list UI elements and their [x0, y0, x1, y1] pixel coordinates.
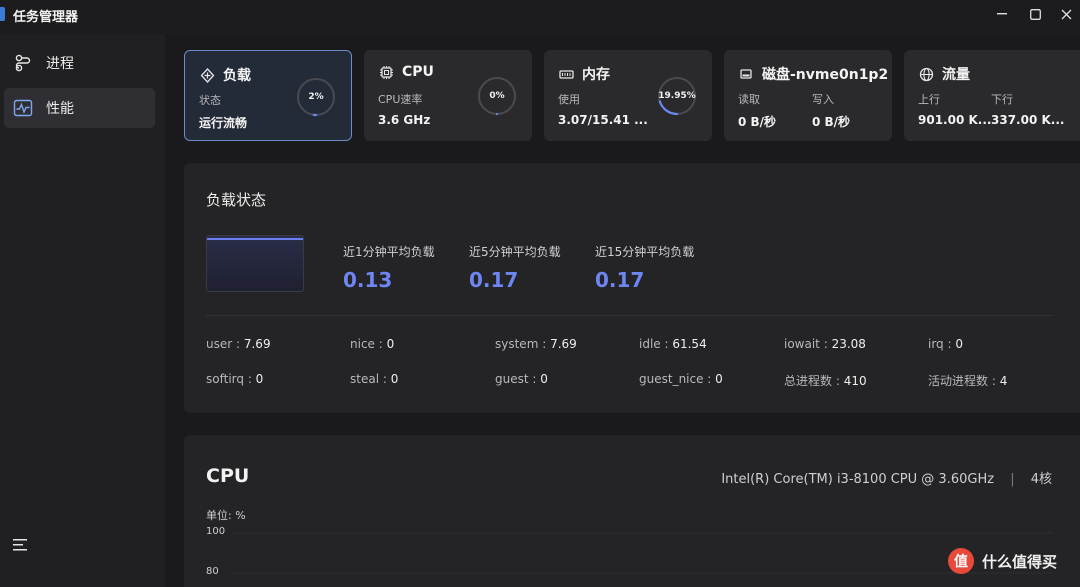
read-label: 读取 [738, 93, 760, 106]
performance-icon [12, 97, 34, 119]
gauge-percent: 2% [308, 92, 324, 102]
gauge-percent: 0% [489, 91, 505, 101]
download-label: 下行 [991, 93, 1013, 106]
sidebar-item-label: 性能 [46, 101, 74, 117]
window-title: 任务管理器 [13, 10, 79, 25]
watermark: 值 什么值得买 [948, 548, 1057, 574]
card-title: 内存 [582, 67, 610, 83]
sidebar-item-label: 进程 [46, 56, 74, 72]
card-title: CPU [402, 64, 434, 80]
sidebar-item-performance[interactable]: 性能 [4, 88, 155, 128]
cpu-cores: 4核 [1030, 472, 1052, 487]
write-value: 0 B/秒 [812, 115, 851, 129]
maximize-icon [1029, 8, 1041, 20]
cpu-model-text: Intel(R) Core(TM) i3-8100 CPU @ 3.60GHz [721, 472, 995, 487]
title-bar: 任务管理器 [0, 0, 1080, 30]
load-avg-label: 近15分钟平均负载 [595, 245, 695, 259]
y-tick-label: 100 [206, 526, 226, 537]
stat-idle: idle : 61.54 [639, 337, 707, 351]
load-avg-value: 0.13 [343, 268, 393, 292]
globe-icon [918, 66, 934, 82]
memory-icon [558, 66, 574, 82]
sidebar-item-process[interactable]: 进程 [4, 43, 155, 83]
stat-user: user : 7.69 [206, 337, 271, 351]
card-memory[interactable]: 内存 使用 3.07/15.41 ... 19.95% [544, 50, 712, 141]
watermark-logo-icon: 值 [948, 548, 974, 574]
sidebar: 进程 性能 [0, 34, 165, 587]
minimize-button[interactable] [990, 4, 1014, 24]
upload-label: 上行 [918, 93, 940, 106]
minimize-icon [997, 13, 1007, 15]
load-avg-label: 近1分钟平均负载 [343, 245, 435, 259]
cpu-chart-area [234, 532, 1052, 574]
menu-icon[interactable] [12, 537, 30, 553]
load-avg-label: 近5分钟平均负载 [469, 245, 561, 259]
load-avg-value: 0.17 [469, 268, 519, 292]
card-load[interactable]: 负载 状态 运行流畅 2% [184, 50, 352, 141]
card-cpu[interactable]: CPU CPU速率 3.6 GHz 0% [364, 50, 532, 141]
close-icon [1061, 9, 1071, 19]
card-value: 3.07/15.41 ... [558, 113, 648, 127]
cpu-model: Intel(R) Core(TM) i3-8100 CPU @ 3.60GHz … [721, 468, 1052, 487]
stat-guest: guest : 0 [495, 372, 548, 386]
card-subtitle: 使用 [558, 93, 580, 106]
close-button[interactable] [1054, 4, 1078, 24]
stat-total-processes: 总进程数 : 410 [784, 374, 867, 388]
card-disk[interactable]: 磁盘-nvme0n1p2 读取 写入 0 B/秒 0 B/秒 [724, 50, 892, 141]
load-status-panel: 负载状态 近1分钟平均负载 0.13 近5分钟平均负载 0.17 近15分钟平均… [184, 163, 1080, 413]
stat-steal: steal : 0 [350, 372, 399, 386]
app-logo-icon [0, 7, 5, 21]
load-avg-1min: 近1分钟平均负载 0.13 [343, 243, 435, 292]
card-subtitle: 状态 [199, 94, 221, 107]
load-avg-value: 0.17 [595, 268, 645, 292]
read-value: 0 B/秒 [738, 115, 777, 129]
card-value: 运行流畅 [199, 116, 248, 130]
load-icon [199, 67, 215, 83]
disk-icon [738, 66, 754, 82]
card-network[interactable]: 流量 上行 下行 901.00 K... 337.00 K... [904, 50, 1080, 141]
separator: | [1010, 472, 1015, 487]
stat-system: system : 7.69 [495, 337, 577, 351]
card-value: 3.6 GHz [378, 113, 431, 127]
stat-iowait: iowait : 23.08 [784, 337, 866, 351]
card-subtitle: CPU速率 [378, 93, 423, 106]
card-title: 负载 [223, 68, 251, 84]
gauge-percent: 19.95% [658, 91, 696, 101]
download-value: 337.00 K... [991, 113, 1065, 127]
stat-irq: irq : 0 [928, 337, 963, 351]
write-label: 写入 [812, 93, 834, 106]
main-content: 负载 状态 运行流畅 2% CPU CPU速率 3.6 GHz 0% 内存 使用… [165, 34, 1080, 587]
stat-guest-nice: guest_nice : 0 [639, 372, 723, 386]
chip-icon [378, 64, 394, 80]
load-mini-chart [206, 235, 304, 292]
cpu-panel: CPU Intel(R) Core(TM) i3-8100 CPU @ 3.60… [184, 435, 1080, 587]
upload-value: 901.00 K... [918, 113, 992, 127]
divider [206, 315, 1052, 316]
card-title: 磁盘-nvme0n1p2 [762, 67, 889, 83]
load-avg-15min: 近15分钟平均负载 0.17 [595, 243, 694, 292]
panel-title: 负载状态 [206, 191, 267, 209]
stat-active-processes: 活动进程数 : 4 [928, 374, 1008, 388]
panel-title: CPU [206, 465, 250, 487]
unit-label: 单位: % [206, 509, 246, 522]
y-tick-label: 80 [206, 566, 219, 577]
stat-softirq: softirq : 0 [206, 372, 264, 386]
card-title: 流量 [942, 67, 970, 83]
load-avg-5min: 近5分钟平均负载 0.17 [469, 243, 561, 292]
process-icon [12, 52, 34, 74]
stat-nice: nice : 0 [350, 337, 395, 351]
maximize-button[interactable] [1023, 4, 1047, 24]
watermark-text: 什么值得买 [982, 552, 1058, 571]
